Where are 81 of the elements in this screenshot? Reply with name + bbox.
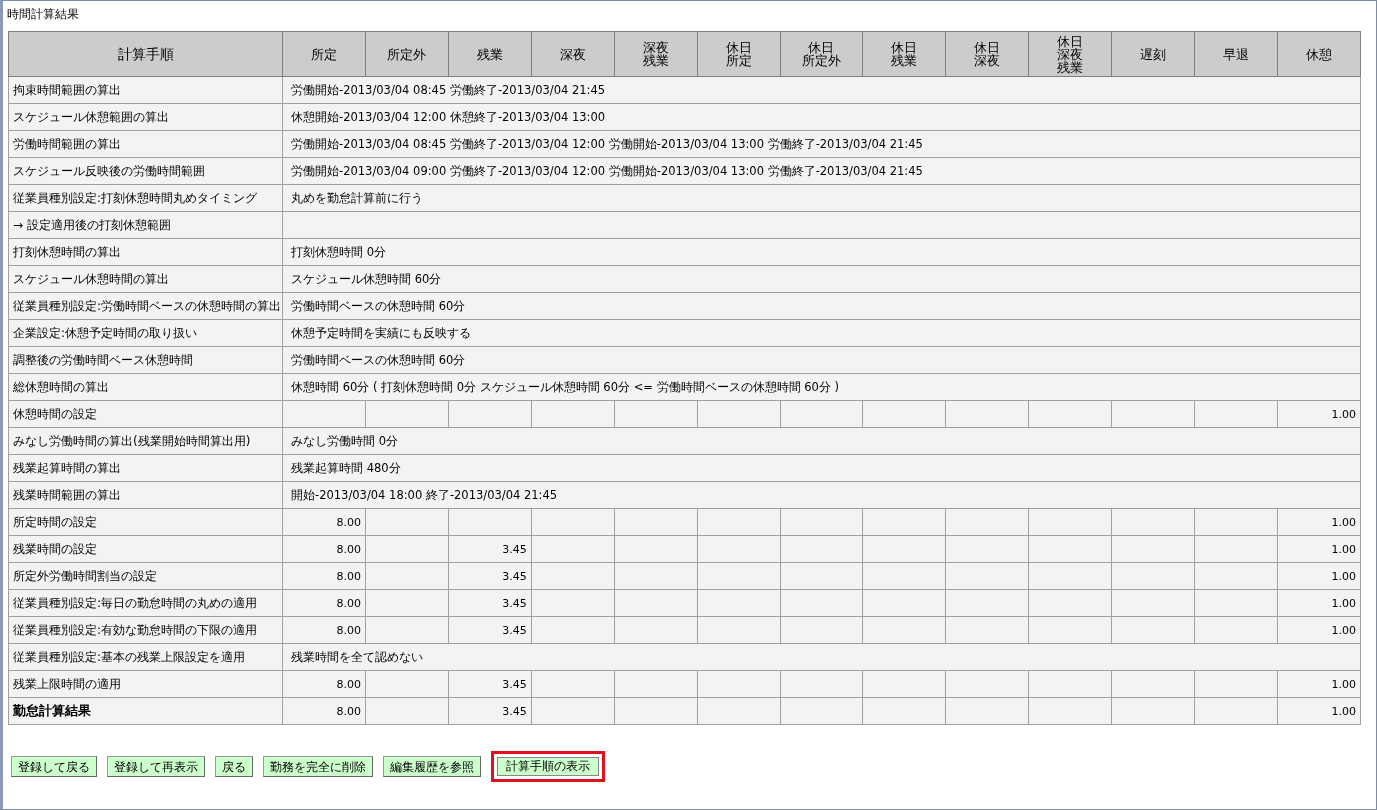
column-header: 所定外 <box>365 31 449 77</box>
step-cell: 残業起算時間の算出 <box>8 454 283 482</box>
column-header: 残業 <box>448 31 532 77</box>
step-cell: 打刻休憩時間の算出 <box>8 238 283 266</box>
column-header: 深夜 残業 <box>614 31 698 77</box>
result-cell: 残業時間を全て認めない <box>282 643 1361 671</box>
value-cell: 3.45 <box>448 562 532 590</box>
action-button[interactable]: 戻る <box>215 756 253 777</box>
step-cell: 労働時間範囲の算出 <box>8 130 283 158</box>
value-cell: 1.00 <box>1277 508 1361 536</box>
step-cell: 従業員種別設定:有効な勤怠時間の下限の適用 <box>8 616 283 644</box>
value-cell: 8.00 <box>282 562 366 590</box>
action-button[interactable]: 勤務を完全に削除 <box>263 756 373 777</box>
step-cell: 残業時間の設定 <box>8 535 283 563</box>
step-cell: 勤怠計算結果 <box>8 697 283 725</box>
value-cell: 3.45 <box>448 616 532 644</box>
result-cell: 丸めを勤怠計算前に行う <box>282 184 1361 212</box>
step-cell: 調整後の労働時間ベース休憩時間 <box>8 346 283 374</box>
step-cell: 従業員種別設定:労働時間ベースの休憩時間の算出 <box>8 292 283 320</box>
column-header: 計算手順 <box>8 31 283 77</box>
step-cell: 従業員種別設定:基本の残業上限設定を適用 <box>8 643 283 671</box>
step-cell: 所定外労働時間割当の設定 <box>8 562 283 590</box>
value-cell: 8.00 <box>282 670 366 698</box>
value-cell: 3.45 <box>448 697 532 725</box>
result-cell: 労働開始-2013/03/04 08:45 労働終了-2013/03/04 12:00 労働開始-2013/03/04 13:00 労働終了-2013/03/04 21:45 <box>282 130 1361 158</box>
value-cell: 8.00 <box>282 697 366 725</box>
value-cell: 3.45 <box>448 589 532 617</box>
action-button[interactable]: 登録して戻る <box>11 756 97 777</box>
value-cell: 1.00 <box>1277 670 1361 698</box>
value-cell: 1.00 <box>1277 616 1361 644</box>
step-cell: 休憩時間の設定 <box>8 400 283 428</box>
column-header: 休憩 <box>1277 31 1361 77</box>
action-button[interactable]: 計算手順の表示 <box>491 751 605 782</box>
result-cell: 労働時間ベースの休憩時間 60分 <box>282 346 1361 374</box>
page-title: 時間計算結果 <box>7 6 79 23</box>
value-cell: 3.45 <box>448 670 532 698</box>
result-cell: 残業起算時間 480分 <box>282 454 1361 482</box>
result-cell: 休憩時間 60分 ( 打刻休憩時間 0分 スケジュール休憩時間 60分 <= 労働時間ベースの休憩時間 60分 ) <box>282 373 1361 401</box>
column-header: 所定 <box>282 31 366 77</box>
step-cell: 残業時間範囲の算出 <box>8 481 283 509</box>
value-cell: 3.45 <box>448 535 532 563</box>
result-cell: 休憩予定時間を実績にも反映する <box>282 319 1361 347</box>
value-cell: 1.00 <box>1277 562 1361 590</box>
value-cell: 1.00 <box>1277 535 1361 563</box>
column-header: 深夜 <box>531 31 615 77</box>
value-cell: 1.00 <box>1277 589 1361 617</box>
value-cell: 8.00 <box>282 535 366 563</box>
value-cell: 1.00 <box>1277 400 1361 428</box>
column-header: 早退 <box>1194 31 1278 77</box>
column-header: 休日 残業 <box>862 31 946 77</box>
result-cell: みなし労働時間 0分 <box>282 427 1361 455</box>
result-cell: スケジュール休憩時間 60分 <box>282 265 1361 293</box>
step-cell: みなし労働時間の算出(残業開始時間算出用) <box>8 427 283 455</box>
result-cell: 労働時間ベースの休憩時間 60分 <box>282 292 1361 320</box>
action-button[interactable]: 編集履歴を参照 <box>383 756 481 777</box>
step-cell: スケジュール休憩範囲の算出 <box>8 103 283 131</box>
value-cell: 8.00 <box>282 589 366 617</box>
result-cell: 打刻休憩時間 0分 <box>282 238 1361 266</box>
result-cell: 休憩開始-2013/03/04 12:00 休憩終了-2013/03/04 13:00 <box>282 103 1361 131</box>
column-header: 遅刻 <box>1111 31 1195 77</box>
action-button[interactable]: 登録して再表示 <box>107 756 205 777</box>
step-cell: 拘束時間範囲の算出 <box>8 76 283 104</box>
step-cell: → 設定適用後の打刻休憩範囲 <box>8 211 283 239</box>
step-cell: 総休憩時間の算出 <box>8 373 283 401</box>
step-cell: 従業員種別設定:打刻休憩時間丸めタイミング <box>8 184 283 212</box>
step-cell: 企業設定:休憩予定時間の取り扱い <box>8 319 283 347</box>
step-cell: 所定時間の設定 <box>8 508 283 536</box>
column-header: 休日 深夜 <box>945 31 1029 77</box>
column-header: 休日 所定外 <box>780 31 863 77</box>
step-cell: スケジュール反映後の労働時間範囲 <box>8 157 283 185</box>
value-cell: 1.00 <box>1277 697 1361 725</box>
result-cell: 労働開始-2013/03/04 08:45 労働終了-2013/03/04 21:45 <box>282 76 1361 104</box>
column-header: 休日 深夜 残業 <box>1028 31 1112 77</box>
result-cell: 開始-2013/03/04 18:00 終了-2013/03/04 21:45 <box>282 481 1361 509</box>
step-cell: 残業上限時間の適用 <box>8 670 283 698</box>
step-cell: 従業員種別設定:毎日の勤怠時間の丸めの適用 <box>8 589 283 617</box>
step-cell: スケジュール休憩時間の算出 <box>8 265 283 293</box>
value-cell: 8.00 <box>282 616 366 644</box>
column-header: 休日 所定 <box>697 31 781 77</box>
value-cell: 8.00 <box>282 508 366 536</box>
result-cell: 労働開始-2013/03/04 09:00 労働終了-2013/03/04 12:00 労働開始-2013/03/04 13:00 労働終了-2013/03/04 21:45 <box>282 157 1361 185</box>
